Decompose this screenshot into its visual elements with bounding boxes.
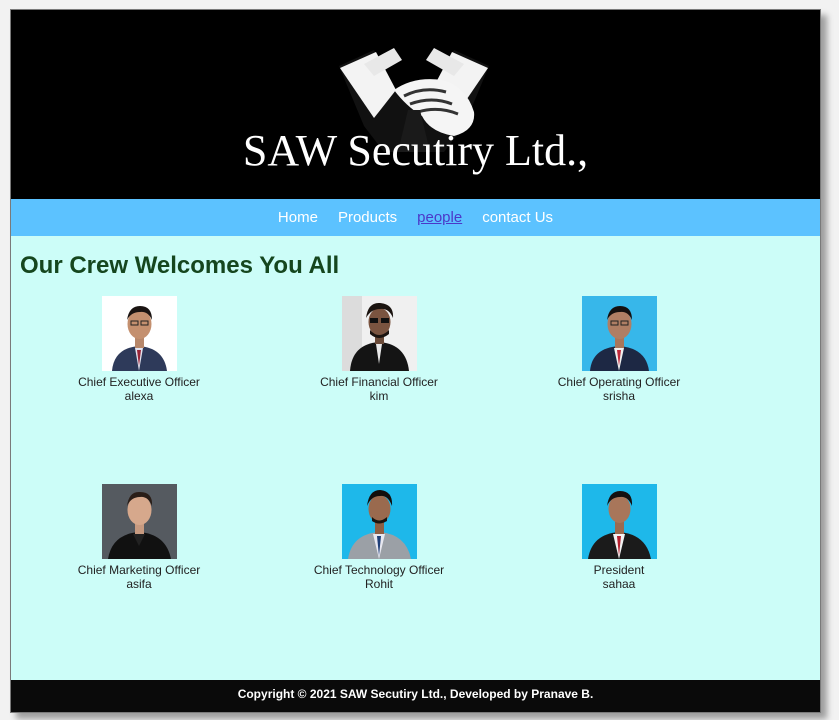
member-photo (341, 484, 417, 559)
page-heading: Our Crew Welcomes You All (20, 252, 340, 279)
member-card: Chief Financial Officer kim (269, 296, 489, 403)
main-nav: Home Products people contact Us (11, 199, 820, 236)
member-card: Chief Marketing Officer asifa (29, 484, 249, 591)
nav-contact-us[interactable]: contact Us (482, 209, 553, 226)
page-container: SAW Secutiry Ltd., Home Products people … (10, 9, 821, 713)
member-photo (101, 296, 177, 371)
member-role: Chief Technology Officer (313, 563, 445, 577)
member-photo (581, 484, 657, 559)
member-name: sahaa (602, 577, 636, 591)
member-role: Chief Financial Officer (320, 375, 438, 389)
member-name: Rohit (364, 577, 393, 591)
nav-people[interactable]: people (417, 209, 462, 226)
member-card: Chief Executive Officer alexa (29, 296, 249, 403)
nav-products[interactable]: Products (338, 209, 397, 226)
member-photo (341, 296, 417, 371)
member-name: kim (369, 389, 389, 403)
member-name: srisha (602, 389, 635, 403)
nav-home[interactable]: Home (278, 209, 318, 226)
member-photo (101, 484, 177, 559)
member-name: alexa (124, 389, 154, 403)
member-role: President (593, 563, 645, 577)
member-card: President sahaa (509, 484, 729, 591)
member-role: Chief Marketing Officer (77, 563, 201, 577)
site-header: SAW Secutiry Ltd., (11, 10, 820, 199)
member-card: Chief Operating Officer srisha (509, 296, 729, 403)
member-role: Chief Executive Officer (78, 375, 200, 389)
member-card: Chief Technology Officer Rohit (269, 484, 489, 591)
member-role: Chief Operating Officer (557, 375, 681, 389)
member-name: asifa (126, 577, 152, 591)
member-photo (581, 296, 657, 371)
site-footer: Copyright © 2021 SAW Secutiry Ltd., Deve… (11, 680, 820, 712)
site-title: SAW Secutiry Ltd., (242, 126, 589, 175)
